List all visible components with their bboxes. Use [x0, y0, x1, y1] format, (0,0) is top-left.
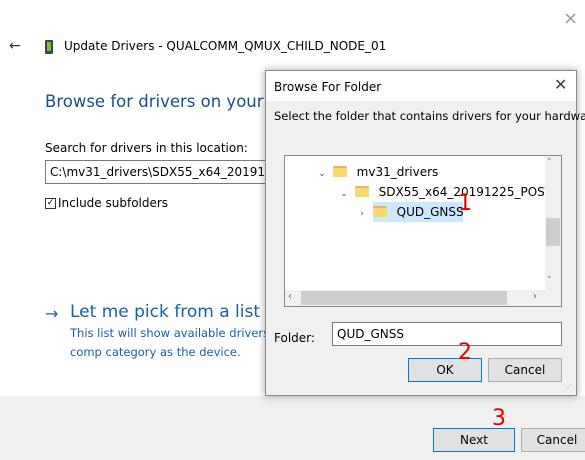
folder-label: Folder:	[274, 331, 315, 345]
close-icon[interactable]: ×	[563, 10, 578, 28]
browse-for-folder-dialog: Browse For Folder ✕ Select the folder th…	[265, 70, 585, 396]
tree-item-label: mv31_drivers	[356, 165, 439, 179]
tree-item-sdx55[interactable]: ⌄ SDX55_x64_20191225_POST_CS_1.	[337, 182, 561, 204]
search-location-label: Search for drivers in this location:	[45, 141, 248, 155]
annotation-step-1: 1	[458, 191, 472, 216]
search-path-input[interactable]: C:\mv31_drivers\SDX55_x64_20191225_POST	[45, 160, 275, 184]
resize-grip-icon[interactable]: ⋰	[564, 383, 572, 392]
chevron-right-icon[interactable]: ›	[355, 204, 369, 224]
device-icon	[45, 40, 53, 54]
tree-item-label: QUD_GNSS	[396, 205, 464, 219]
pick-from-list-description: This list will show available drivers co…	[70, 326, 270, 359]
folder-icon	[354, 186, 369, 197]
dialog-close-icon[interactable]: ✕	[554, 75, 567, 94]
dialog-cancel-button[interactable]: Cancel	[488, 358, 562, 382]
folder-icon	[372, 206, 387, 217]
folder-tree[interactable]: ⌄ mv31_drivers ⌄ SDX55_x64_20191225_POST…	[284, 155, 562, 307]
scroll-up-icon[interactable]: ˄	[547, 158, 552, 168]
tree-item-qud-gnss[interactable]: › QUD_GNSS	[355, 202, 475, 222]
include-subfolders-checkbox[interactable]: ✓	[45, 198, 56, 209]
annotation-step-2: 2	[458, 340, 472, 365]
annotation-step-3: 3	[492, 406, 506, 431]
dialog-instruction: Select the folder that contains drivers …	[274, 109, 585, 123]
chevron-down-icon[interactable]: ⌄	[315, 164, 329, 184]
scroll-left-icon[interactable]: ‹	[288, 291, 292, 302]
vertical-scroll-thumb[interactable]	[546, 218, 560, 246]
folder-icon	[332, 166, 347, 177]
wizard-title: Update Drivers - QUALCOMM_QMUX_CHILD_NOD…	[64, 39, 387, 53]
folder-input[interactable]: QUD_GNSS	[332, 322, 562, 346]
dialog-title: Browse For Folder	[274, 80, 382, 94]
scroll-down-icon[interactable]: ˅	[547, 276, 552, 286]
back-arrow-icon[interactable]: ←	[9, 38, 21, 54]
scroll-right-icon[interactable]: ›	[533, 291, 537, 302]
horizontal-scroll-thumb[interactable]	[301, 291, 507, 305]
next-button[interactable]: Next	[433, 428, 515, 452]
wizard-cancel-button[interactable]: Cancel	[521, 428, 585, 452]
chevron-down-icon[interactable]: ⌄	[337, 184, 351, 204]
dialog-titlebar: Browse For Folder ✕	[266, 71, 576, 101]
include-subfolders-label[interactable]: Include subfolders	[58, 196, 168, 210]
tree-item-mv31-drivers[interactable]: ⌄ mv31_drivers	[315, 162, 438, 182]
arrow-right-icon[interactable]: →	[45, 304, 58, 323]
